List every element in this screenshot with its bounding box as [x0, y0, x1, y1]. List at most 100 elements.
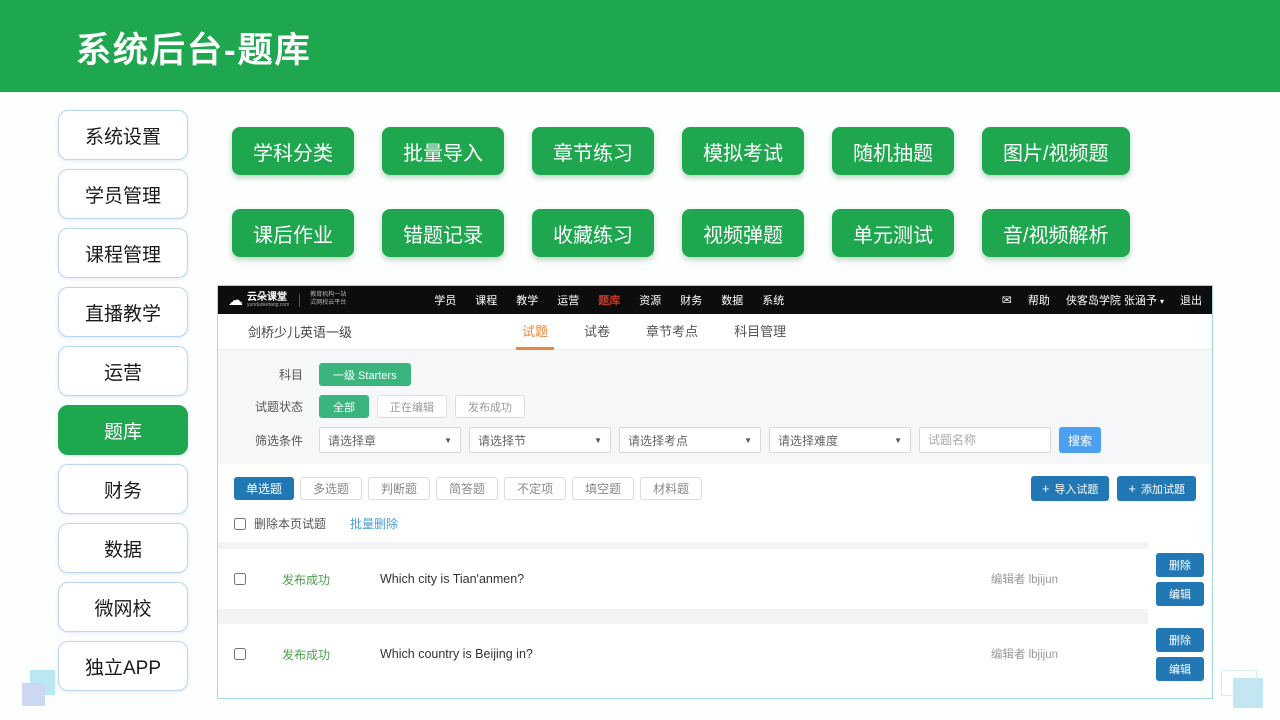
- sidebar-item-data[interactable]: 数据: [58, 523, 188, 573]
- type-true-false[interactable]: 判断题: [368, 477, 430, 500]
- mail-icon[interactable]: ✉: [1002, 293, 1012, 307]
- decor-square-bottom-right-fill: [1233, 678, 1263, 708]
- import-questions-button[interactable]: + 导入试题: [1031, 476, 1110, 501]
- type-fill-blank[interactable]: 填空题: [572, 477, 634, 500]
- sidebar-item-micro-school[interactable]: 微网校: [58, 582, 188, 632]
- delete-button[interactable]: 删除: [1156, 553, 1204, 577]
- sidebar-item-question-bank[interactable]: 题库: [58, 405, 188, 455]
- feature-favorite-practice[interactable]: 收藏练习: [532, 209, 654, 257]
- admin-nav-menu: 学员 课程 教学 运营 题库 资源 财务 数据 系统: [434, 292, 784, 308]
- type-single-choice[interactable]: 单选题: [234, 477, 294, 500]
- brand-tagline-line1: 教育机构一站: [310, 292, 346, 300]
- decor-square-bottom-left-lavender: [22, 683, 45, 706]
- feature-audio-video-analysis[interactable]: 音/视频解析: [982, 209, 1130, 257]
- brand-domain: yunduoketang.com: [247, 303, 289, 309]
- feature-subject-classify[interactable]: 学科分类: [232, 127, 354, 175]
- nav-item-data[interactable]: 数据: [721, 292, 743, 308]
- course-title: 剑桥少儿英语一级: [248, 322, 352, 341]
- tab-chapter-points[interactable]: 章节考点: [646, 314, 698, 350]
- nav-item-system[interactable]: 系统: [762, 292, 784, 308]
- admin-top-nav: ☁ 云朵课堂 yunduoketang.com 教育机构一站 式网校云平台 学员…: [218, 286, 1212, 314]
- sidebar-item-system-settings[interactable]: 系统设置: [58, 110, 188, 160]
- feature-batch-import[interactable]: 批量导入: [382, 127, 504, 175]
- point-select[interactable]: 请选择考点 ▼: [619, 427, 761, 453]
- row-checkbox[interactable]: [234, 573, 246, 585]
- help-link[interactable]: 帮助: [1028, 292, 1050, 308]
- sidebar-item-standalone-app[interactable]: 独立APP: [58, 641, 188, 691]
- section-select[interactable]: 请选择节 ▼: [469, 427, 611, 453]
- feature-buttons: 学科分类 批量导入 章节练习 模拟考试 随机抽题 图片/视频题 课后作业 错题记…: [232, 127, 1192, 291]
- feature-chapter-practice[interactable]: 章节练习: [532, 127, 654, 175]
- type-indeterminate[interactable]: 不定项: [504, 477, 566, 500]
- subject-label: 科目: [218, 366, 303, 383]
- question-list-panel: 单选题 多选题 判断题 简答题 不定项 填空题 材料题 + 导入试题 + 添加试…: [218, 464, 1212, 698]
- tab-papers[interactable]: 试卷: [584, 314, 610, 350]
- brand-logo: ☁ 云朵课堂 yunduoketang.com 教育机构一站 式网校云平台: [228, 292, 346, 309]
- type-multi-choice[interactable]: 多选题: [300, 477, 362, 500]
- sidebar-item-live-teaching[interactable]: 直播教学: [58, 287, 188, 337]
- account-menu[interactable]: 侠客岛学院 张涵予 ▾: [1066, 292, 1164, 308]
- feature-unit-test[interactable]: 单元测试: [832, 209, 954, 257]
- nav-item-finance[interactable]: 财务: [680, 292, 702, 308]
- feature-row-2: 课后作业 错题记录 收藏练习 视频弹题 单元测试 音/视频解析: [232, 209, 1192, 257]
- sidebar-item-operations[interactable]: 运营: [58, 346, 188, 396]
- nav-item-operations[interactable]: 运营: [557, 292, 579, 308]
- subject-pill-starters[interactable]: 一级 Starters: [319, 363, 411, 386]
- account-name: 侠客岛学院 张涵予: [1066, 295, 1157, 307]
- status-badge: 发布成功: [282, 646, 340, 663]
- nav-item-courses[interactable]: 课程: [475, 292, 497, 308]
- search-button[interactable]: 搜索: [1059, 427, 1101, 453]
- row-checkbox[interactable]: [234, 648, 246, 660]
- sidebar-item-student-mgmt[interactable]: 学员管理: [58, 169, 188, 219]
- tab-subject-mgmt[interactable]: 科目管理: [734, 314, 786, 350]
- feature-random-draw[interactable]: 随机抽题: [832, 127, 954, 175]
- select-all-checkbox[interactable]: [234, 518, 246, 530]
- feature-row-1: 学科分类 批量导入 章节练习 模拟考试 随机抽题 图片/视频题: [232, 127, 1192, 175]
- nav-item-question-bank[interactable]: 题库: [598, 292, 620, 308]
- sidebar-item-finance[interactable]: 财务: [58, 464, 188, 514]
- caret-down-icon: ▼: [894, 436, 902, 445]
- feature-image-video-question[interactable]: 图片/视频题: [982, 127, 1130, 175]
- type-short-answer[interactable]: 简答题: [436, 477, 498, 500]
- add-question-button[interactable]: + 添加试题: [1117, 476, 1196, 501]
- question-name-input[interactable]: [919, 427, 1051, 453]
- editor-label: 编辑者 lbjijun: [991, 646, 1058, 662]
- brand-tagline-line2: 式网校云平台: [310, 300, 346, 308]
- caret-down-icon: ▼: [744, 436, 752, 445]
- difficulty-select[interactable]: 请选择难度 ▼: [769, 427, 911, 453]
- feature-wrong-question-record[interactable]: 错题记录: [382, 209, 504, 257]
- status-published-pill[interactable]: 发布成功: [455, 395, 525, 418]
- nav-item-teaching[interactable]: 教学: [516, 292, 538, 308]
- logout-link[interactable]: 退出: [1180, 292, 1202, 308]
- sidebar-item-course-mgmt[interactable]: 课程管理: [58, 228, 188, 278]
- caret-down-icon: ▼: [594, 436, 602, 445]
- plus-icon: +: [1128, 482, 1136, 495]
- bulk-delete-link[interactable]: 批量删除: [350, 515, 398, 532]
- feature-video-popup-question[interactable]: 视频弹题: [682, 209, 804, 257]
- nav-item-resources[interactable]: 资源: [639, 292, 661, 308]
- status-label: 试题状态: [218, 398, 303, 415]
- delete-button[interactable]: 删除: [1156, 628, 1204, 652]
- question-actions: + 导入试题 + 添加试题: [1031, 476, 1196, 501]
- question-text: Which country is Beijing in?: [380, 647, 533, 661]
- question-type-row: 单选题 多选题 判断题 简答题 不定项 填空题 材料题 + 导入试题 + 添加试…: [218, 464, 1212, 501]
- edit-button[interactable]: 编辑: [1156, 582, 1204, 606]
- row-actions: 删除 编辑: [1148, 624, 1212, 684]
- feature-homework[interactable]: 课后作业: [232, 209, 354, 257]
- chapter-select[interactable]: 请选择章 ▼: [319, 427, 461, 453]
- sidebar: 系统设置 学员管理 课程管理 直播教学 运营 题库 财务 数据 微网校 独立AP…: [58, 110, 188, 691]
- question-row-1: 发布成功 Which city is Tian'anmen? 编辑者 lbjij…: [218, 549, 1212, 609]
- chevron-down-icon: ▾: [1160, 297, 1164, 306]
- editor-label: 编辑者 lbjijun: [991, 571, 1058, 587]
- tab-questions[interactable]: 试题: [522, 314, 548, 350]
- edit-button[interactable]: 编辑: [1156, 657, 1204, 681]
- tabs: 试题 试卷 章节考点 科目管理: [522, 314, 786, 350]
- delete-page-label[interactable]: 删除本页试题: [254, 515, 326, 532]
- filter-row-status: 试题状态 全部 正在编辑 发布成功: [218, 395, 1212, 418]
- status-editing-pill[interactable]: 正在编辑: [377, 395, 447, 418]
- feature-mock-exam[interactable]: 模拟考试: [682, 127, 804, 175]
- type-material[interactable]: 材料题: [640, 477, 702, 500]
- nav-item-students[interactable]: 学员: [434, 292, 456, 308]
- status-all-pill[interactable]: 全部: [319, 395, 369, 418]
- filter-row-conditions: 筛选条件 请选择章 ▼ 请选择节 ▼ 请选择考点 ▼ 请选择难度 ▼: [218, 427, 1212, 453]
